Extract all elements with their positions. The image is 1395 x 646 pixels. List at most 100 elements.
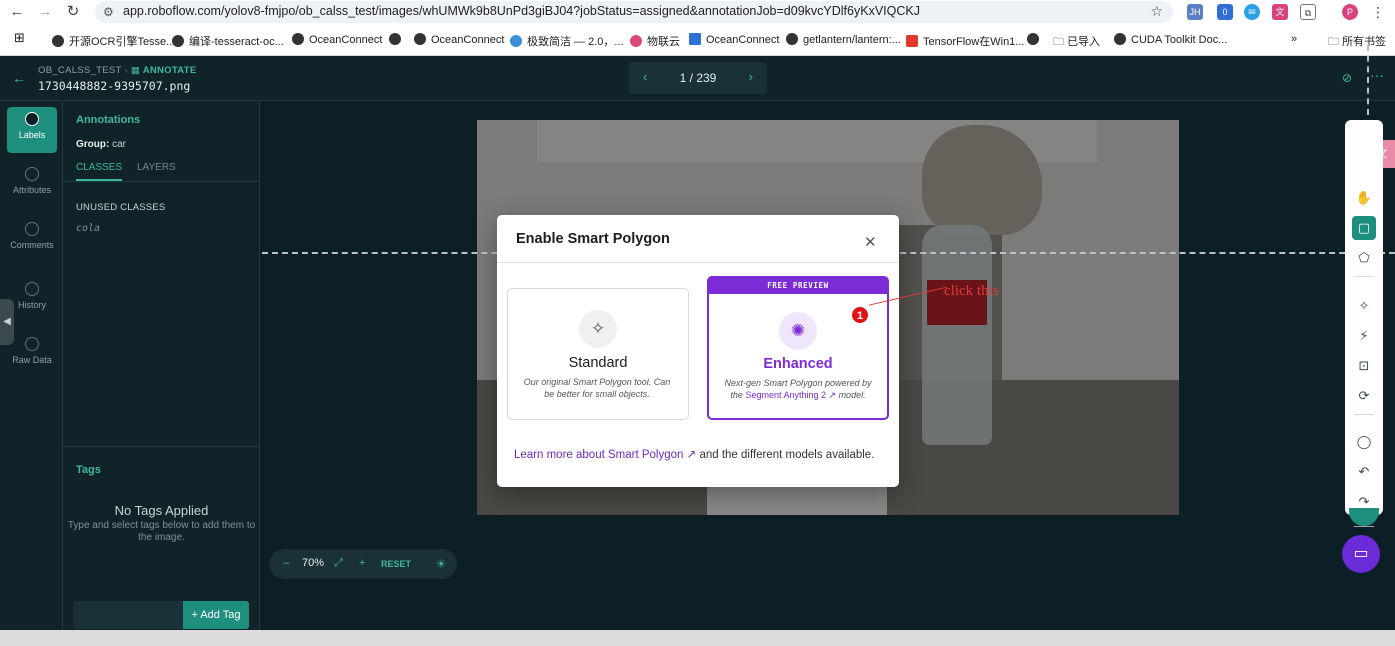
extension-jh-icon[interactable]: JH (1187, 4, 1203, 20)
segment-anything-link[interactable]: Segment Anything 2 ↗ (745, 390, 836, 400)
annotations-panel: Annotations Group: car CLASSES LAYERS UN… (63, 101, 260, 630)
no-tags-heading: No Tags Applied (114, 503, 209, 518)
tool-separator (1354, 414, 1374, 415)
extension-chat-icon[interactable]: ✉ (1244, 4, 1260, 20)
bookmark-label: getlantern/lantern:... (803, 34, 901, 46)
bookmark-star-icon[interactable]: ☆ (1150, 3, 1163, 20)
group-value: car (112, 139, 127, 150)
all-bookmarks[interactable]: 🗀 所有书签 (1328, 33, 1386, 52)
csdn-icon (906, 35, 918, 47)
extension-badge-count: 0 (1222, 7, 1228, 17)
cloud-icon (630, 35, 642, 47)
more-options-icon[interactable]: ··· (1370, 67, 1384, 83)
apps-grid-icon[interactable]: ⊞ (14, 30, 25, 46)
extension-translate-icon[interactable]: 文 (1272, 4, 1288, 20)
bookmark-item[interactable]: OceanConnect (689, 33, 779, 46)
eye-off-icon[interactable]: ⊘ (1342, 71, 1352, 85)
bookmark-item[interactable]: OceanConnect (292, 33, 382, 46)
enhanced-option-card[interactable]: FREE PREVIEW ✺ Enhanced Next-gen Smart P… (707, 276, 889, 420)
rail-label: Raw Data (12, 355, 52, 365)
list-icon (25, 167, 39, 181)
box-prompting-icon[interactable]: ⊡ (1352, 354, 1376, 378)
next-image-icon[interactable]: › (749, 69, 753, 84)
step-number-badge: 1 (851, 306, 869, 324)
support-chat-icon[interactable]: ▭ (1342, 535, 1380, 573)
back-arrow-icon[interactable]: ← (12, 70, 26, 86)
zoom-level: 70% (302, 557, 325, 569)
add-tag-button[interactable]: + Add Tag (183, 601, 249, 629)
rail-comments[interactable]: Comments (7, 217, 57, 263)
bookmark-item[interactable]: TensorFlow在Win1... (906, 33, 1024, 49)
tab-layers[interactable]: LAYERS (137, 162, 176, 173)
annotation-note: click this (944, 283, 999, 299)
zoom-in-button[interactable]: + (359, 557, 365, 569)
bookmark-item[interactable]: 极致简洁 — 2.0，... (510, 33, 624, 49)
browser-menu-icon[interactable]: ⋮ (1370, 4, 1386, 20)
tag-input[interactable] (73, 601, 185, 629)
comment-tool-icon[interactable]: ◯ (1352, 430, 1376, 454)
brightness-icon[interactable]: ☀ (426, 549, 456, 579)
bookmark-label: TensorFlow在Win1... (923, 36, 1025, 48)
standard-option-card[interactable]: ✧ Standard Our original Smart Polygon to… (507, 288, 689, 420)
bookmarks-bar: ⊞ 开源OCR引擎Tesse... 编译-tesseract-oc... Oce… (0, 25, 1395, 56)
crumb-project[interactable]: OB_CALSS_TEST (38, 65, 121, 76)
free-preview-banner: FREE PREVIEW (709, 278, 887, 294)
repeat-previous-icon[interactable]: ⟳ (1352, 384, 1376, 408)
profile-avatar[interactable]: P (1342, 4, 1358, 20)
collapse-rail-icon[interactable]: ◀ (0, 299, 14, 345)
bookmark-folder[interactable]: 🗀 已导入 (1053, 33, 1100, 52)
bookmark-item[interactable]: CUDA Toolkit Doc... (1114, 33, 1227, 46)
smart-polygon-icon[interactable]: ✧ (1352, 294, 1376, 318)
polygon-icon[interactable]: ⬠ (1352, 246, 1376, 270)
bounding-box-icon[interactable]: ▢ (1352, 216, 1376, 240)
site-settings-icon[interactable]: ⚙ (103, 5, 114, 19)
url-field[interactable]: ⚙ app.roboflow.com/yolov8-fmjpo/ob_calss… (95, 1, 1173, 23)
rail-history[interactable]: History (7, 277, 57, 323)
class-item[interactable]: cola (76, 223, 100, 234)
magic-wand-icon[interactable]: ⚡ (1352, 324, 1376, 348)
forward-icon[interactable]: → (34, 2, 56, 22)
undo-icon[interactable]: ↶ (1352, 460, 1376, 484)
app-header: ← OB_CALSS_TEST › ▦ ANNOTATE 1730448882-… (0, 56, 1395, 101)
globe-icon (414, 33, 426, 45)
comment-icon (25, 222, 39, 236)
extension-badge-icon[interactable]: 0 (1217, 4, 1233, 20)
left-rail: Labels Attributes Comments History Raw D… (0, 101, 63, 630)
rail-label: Labels (18, 130, 46, 140)
bookmark-label: 物联云 (647, 36, 680, 48)
option-desc-tail: model. (838, 390, 866, 400)
hand-drag-icon[interactable]: ✋ (1352, 186, 1376, 210)
bookmark-item[interactable]: OceanConnect (414, 33, 504, 46)
rail-raw-data[interactable]: Raw Data (7, 332, 57, 378)
learn-more-link[interactable]: Learn more about Smart Polygon ↗ (514, 449, 696, 461)
back-icon[interactable]: ← (6, 2, 28, 22)
close-icon[interactable]: ✕ (864, 233, 877, 251)
bookmark-item[interactable] (1027, 33, 1044, 46)
bookmark-item[interactable]: getlantern/lantern:... (786, 33, 901, 46)
extensions-puzzle-icon[interactable]: ⧉ (1300, 4, 1316, 20)
tool-separator (1354, 276, 1374, 277)
fit-to-screen-icon[interactable]: ⤢ (334, 557, 343, 570)
rail-attributes[interactable]: Attributes (7, 162, 57, 208)
bookmark-item[interactable]: 编译-tesseract-oc... (172, 33, 284, 49)
group-label: Group: (76, 139, 110, 150)
folder-icon: 🗀 (1328, 36, 1343, 48)
rail-label: History (17, 300, 46, 310)
tab-classes[interactable]: CLASSES (76, 162, 123, 181)
zoom-out-button[interactable]: – (283, 557, 289, 569)
folder-icon: 🗀 (1053, 36, 1068, 48)
rail-labels[interactable]: Labels (7, 107, 57, 153)
bookmark-favicon (52, 35, 64, 47)
no-tags-hint: Type and select tags below to add them t… (67, 520, 256, 543)
bookmark-item[interactable] (389, 33, 406, 46)
magic-sparkles-icon: ✺ (779, 312, 817, 350)
option-title: Enhanced (763, 356, 833, 372)
reload-icon[interactable]: ↻ (62, 2, 84, 22)
bookmark-item[interactable]: 物联云 (630, 33, 680, 49)
bookmarks-overflow-icon[interactable]: » (1291, 33, 1297, 45)
crosshair-vertical (1367, 45, 1369, 115)
image-pager: ‹ 1 / 239 › (629, 62, 767, 94)
bookmark-item[interactable]: 开源OCR引擎Tesse... (52, 33, 175, 49)
zoom-reset-button[interactable]: RESET (381, 559, 411, 569)
smart-polygon-modal: Enable Smart Polygon ✕ ✧ Standard Our or… (497, 215, 899, 487)
